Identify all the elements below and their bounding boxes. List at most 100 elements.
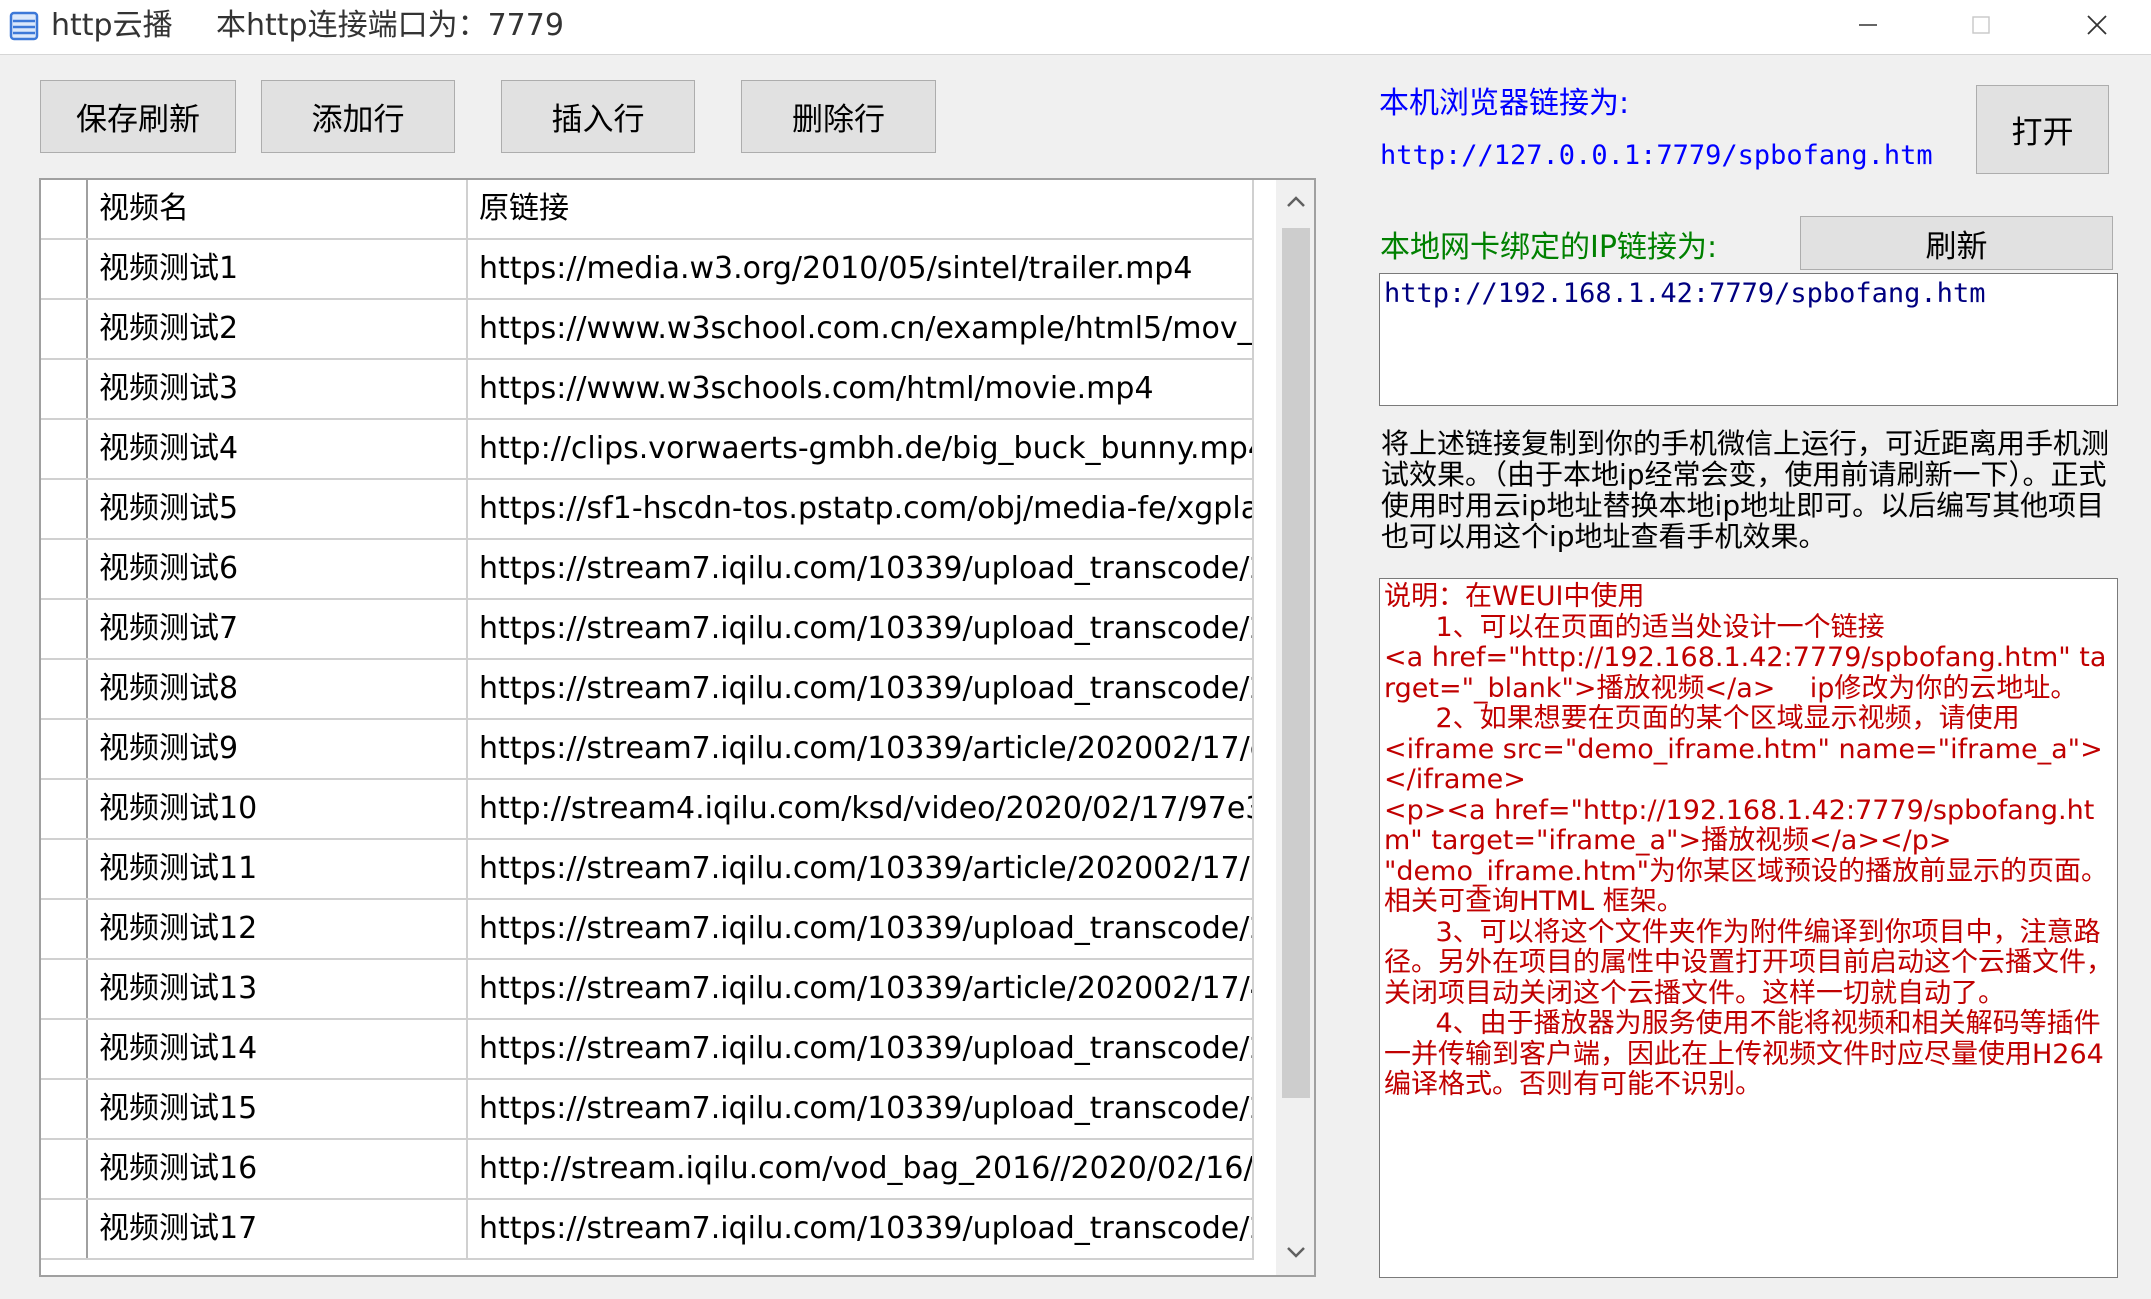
scroll-down-icon[interactable]: [1284, 1242, 1308, 1262]
cell-video-url[interactable]: https://sf1-hscdn-tos.pstatp.com/obj/med…: [468, 480, 1254, 538]
table-row[interactable]: 视频测试14 https://stream7.iqilu.com/10339/up…: [41, 1020, 1254, 1080]
row-header[interactable]: [41, 600, 88, 658]
cell-video-url[interactable]: https://stream7.iqilu.com/10339/upload_t…: [468, 1200, 1254, 1258]
delete-row-button[interactable]: 删除行: [741, 80, 936, 153]
close-button[interactable]: [2052, 0, 2142, 50]
scrollbar-thumb[interactable]: [1282, 228, 1310, 1098]
cell-video-name[interactable]: 视频测试15: [88, 1080, 468, 1138]
maximize-button[interactable]: [1936, 0, 2026, 50]
scroll-up-icon[interactable]: [1284, 192, 1308, 212]
table-row[interactable]: 视频测试17 https://stream7.iqilu.com/10339/up…: [41, 1200, 1254, 1260]
row-header[interactable]: [41, 780, 88, 838]
add-row-button[interactable]: 添加行: [261, 80, 455, 153]
notes-line: 说明：在WEUI中使用: [1384, 581, 1645, 612]
table-row[interactable]: 视频测试1 https://media.w3.org/2010/05/sintel…: [41, 240, 1254, 300]
table-row[interactable]: 视频测试8 https://stream7.iqilu.com/10339/upl…: [41, 660, 1254, 720]
row-header[interactable]: [41, 1140, 88, 1198]
row-header[interactable]: [41, 900, 88, 958]
app-icon: [9, 11, 39, 41]
cell-video-url[interactable]: https://stream7.iqilu.com/10339/upload_t…: [468, 600, 1254, 658]
cell-video-url[interactable]: http://clips.vorwaerts-gmbh.de/big_buck_…: [468, 420, 1254, 478]
ip-link-label: 本地网卡绑定的IP链接为:: [1380, 230, 1718, 265]
table-row[interactable]: 视频测试15 https://stream7.iqilu.com/10339/up…: [41, 1080, 1254, 1140]
row-header[interactable]: [41, 300, 88, 358]
table-row[interactable]: 视频测试3 https://www.w3schools.com/html/movi…: [41, 360, 1254, 420]
notes-line: "demo_iframe.htm"为你某区域预设的播放前显示的页面。相关可查询H…: [1384, 855, 2109, 917]
row-header[interactable]: [41, 660, 88, 718]
cell-video-name[interactable]: 视频测试6: [88, 540, 468, 598]
table-row[interactable]: 视频测试10 http://stream4.iqilu.com/ksd/video…: [41, 780, 1254, 840]
ip-link-url: http://192.168.1.42:7779/spbofang.htm: [1384, 278, 1986, 309]
row-header[interactable]: [41, 420, 88, 478]
cell-video-name[interactable]: 视频测试12: [88, 900, 468, 958]
cell-video-url[interactable]: https://media.w3.org/2010/05/sintel/trai…: [468, 240, 1254, 298]
cell-video-url[interactable]: https://stream7.iqilu.com/10339/article/…: [468, 840, 1254, 898]
cell-video-name[interactable]: 视频测试3: [88, 360, 468, 418]
ip-link-textbox[interactable]: http://192.168.1.42:7779/spbofang.htm: [1379, 273, 2118, 406]
cell-video-url[interactable]: https://www.w3schools.com/html/movie.mp4: [468, 360, 1254, 418]
cell-video-name[interactable]: 视频测试2: [88, 300, 468, 358]
cell-video-url[interactable]: https://stream7.iqilu.com/10339/upload_t…: [468, 660, 1254, 718]
browser-link-url[interactable]: http://127.0.0.1:7779/spbofang.htm: [1380, 140, 1933, 171]
browser-link-label: 本机浏览器链接为:: [1379, 86, 1630, 121]
table-row[interactable]: 视频测试6 https://stream7.iqilu.com/10339/upl…: [41, 540, 1254, 600]
row-header[interactable]: [41, 240, 88, 298]
maximize-icon: [1972, 16, 1990, 34]
cell-video-url[interactable]: https://stream7.iqilu.com/10339/upload_t…: [468, 1080, 1254, 1138]
row-header[interactable]: [41, 480, 88, 538]
notes-line: <iframe src="demo_iframe.htm" name="ifra…: [1384, 733, 2103, 795]
row-header[interactable]: [41, 1020, 88, 1078]
row-header[interactable]: [41, 1200, 88, 1258]
cell-video-name[interactable]: 视频测试7: [88, 600, 468, 658]
table-row[interactable]: 视频测试7 https://stream7.iqilu.com/10339/upl…: [41, 600, 1254, 660]
table-row[interactable]: 视频测试9 https://stream7.iqilu.com/10339/art…: [41, 720, 1254, 780]
cell-video-name[interactable]: 视频测试17: [88, 1200, 468, 1258]
table-row[interactable]: 视频测试4 http://clips.vorwaerts-gmbh.de/big_…: [41, 420, 1254, 480]
cell-video-url[interactable]: https://stream7.iqilu.com/10339/upload_t…: [468, 540, 1254, 598]
insert-row-button[interactable]: 插入行: [501, 80, 695, 153]
row-header-corner: [41, 180, 88, 238]
cell-video-name[interactable]: 视频测试10: [88, 780, 468, 838]
refresh-button[interactable]: 刷新: [1800, 216, 2113, 270]
row-header[interactable]: [41, 960, 88, 1018]
cell-video-url[interactable]: https://stream7.iqilu.com/10339/article/…: [468, 720, 1254, 778]
cell-video-url[interactable]: http://stream.iqilu.com/vod_bag_2016//20…: [468, 1140, 1254, 1198]
table-row[interactable]: 视频测试2 https://www.w3school.com.cn/example…: [41, 300, 1254, 360]
row-header[interactable]: [41, 540, 88, 598]
column-header-url[interactable]: 原链接: [468, 180, 1254, 238]
cell-video-name[interactable]: 视频测试14: [88, 1020, 468, 1078]
cell-video-name[interactable]: 视频测试1: [88, 240, 468, 298]
window-title: http云播: [51, 8, 173, 43]
cell-video-name[interactable]: 视频测试4: [88, 420, 468, 478]
table-row[interactable]: 视频测试5 https://sf1-hscdn-tos.pstatp.com/ob…: [41, 480, 1254, 540]
cell-video-name[interactable]: 视频测试9: [88, 720, 468, 778]
cell-video-url[interactable]: http://stream4.iqilu.com/ksd/video/2020/…: [468, 780, 1254, 838]
table-row[interactable]: 视频测试11 https://stream7.iqilu.com/10339/ar…: [41, 840, 1254, 900]
open-button[interactable]: 打开: [1976, 85, 2109, 174]
cell-video-url[interactable]: https://www.w3school.com.cn/example/html…: [468, 300, 1254, 358]
minimize-icon: [1859, 24, 1877, 26]
row-header[interactable]: [41, 840, 88, 898]
cell-video-name[interactable]: 视频测试8: [88, 660, 468, 718]
minimize-button[interactable]: [1823, 0, 1913, 50]
row-header[interactable]: [41, 1080, 88, 1138]
table-row[interactable]: 视频测试12 https://stream7.iqilu.com/10339/up…: [41, 900, 1254, 960]
video-grid[interactable]: 视频名 原链接 视频测试1 https://media.w3.org/2010/0…: [39, 178, 1316, 1277]
row-header[interactable]: [41, 360, 88, 418]
cell-video-name[interactable]: 视频测试13: [88, 960, 468, 1018]
cell-video-url[interactable]: https://stream7.iqilu.com/10339/upload_t…: [468, 1020, 1254, 1078]
cell-video-name[interactable]: 视频测试16: [88, 1140, 468, 1198]
notes-line: <a href="http://192.168.1.42:7779/spbofa…: [1384, 642, 2107, 704]
title-bar: http云播 本http连接端口为：7779: [0, 0, 2151, 55]
table-row[interactable]: 视频测试13 https://stream7.iqilu.com/10339/ar…: [41, 960, 1254, 1020]
cell-video-name[interactable]: 视频测试11: [88, 840, 468, 898]
vertical-scrollbar[interactable]: [1276, 180, 1314, 1275]
cell-video-name[interactable]: 视频测试5: [88, 480, 468, 538]
save-refresh-button[interactable]: 保存刷新: [40, 80, 236, 153]
table-row[interactable]: 视频测试16 http://stream.iqilu.com/vod_bag_20…: [41, 1140, 1254, 1200]
column-header-name[interactable]: 视频名: [88, 180, 468, 238]
notes-textbox[interactable]: 说明：在WEUI中使用 1、可以在页面的适当处设计一个链接 <a href="h…: [1379, 578, 2118, 1278]
row-header[interactable]: [41, 720, 88, 778]
cell-video-url[interactable]: https://stream7.iqilu.com/10339/upload_t…: [468, 900, 1254, 958]
cell-video-url[interactable]: https://stream7.iqilu.com/10339/article/…: [468, 960, 1254, 1018]
